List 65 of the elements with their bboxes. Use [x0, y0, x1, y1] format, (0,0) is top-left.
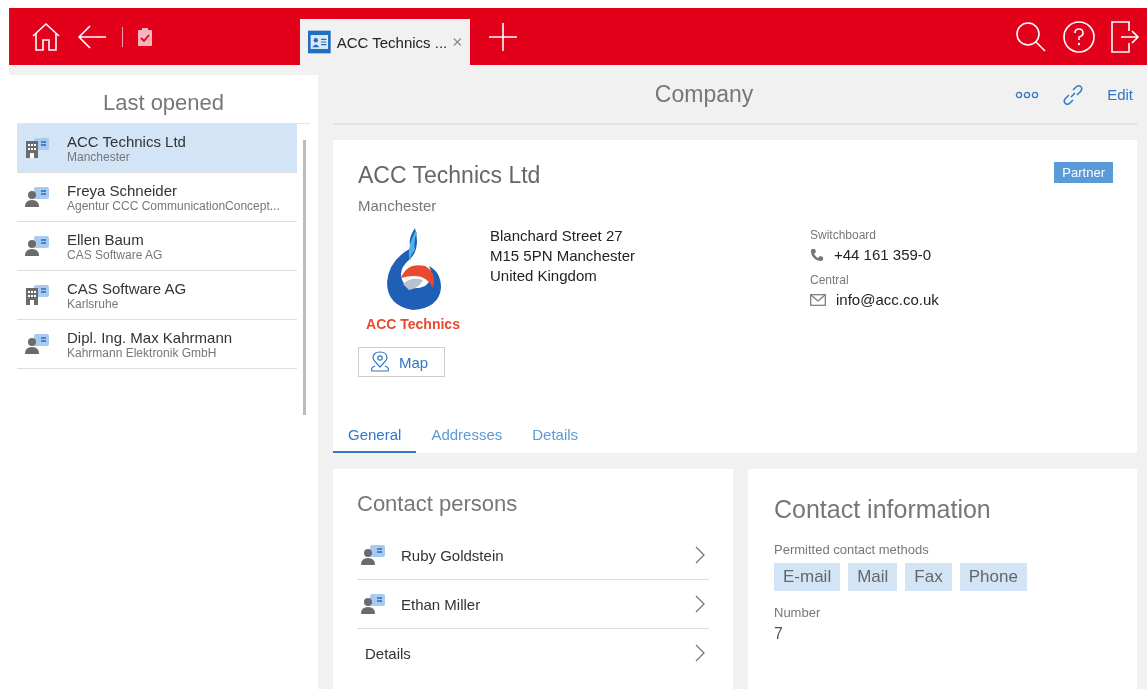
- contact-person-row[interactable]: Ethan Miller: [357, 580, 709, 629]
- contact-label: Central: [810, 273, 850, 287]
- item-title: Freya Schneider: [67, 181, 179, 199]
- item-subtitle: Manchester: [67, 149, 131, 164]
- contact-value: info@acc.co.uk: [836, 291, 939, 308]
- card-title: Contact information: [774, 495, 992, 524]
- map-button[interactable]: Map: [358, 347, 445, 377]
- contact-label: Switchboard: [810, 228, 878, 242]
- recent-item[interactable]: Freya Schneider Agentur CCC CommunicationConcept...: [17, 173, 297, 222]
- address-line: Blanchard Street 27: [490, 226, 624, 246]
- logo-text: ACC Technics: [366, 316, 460, 332]
- contact-value: +44 161 359-0: [834, 246, 932, 263]
- contact-person-row[interactable]: Details: [357, 629, 709, 677]
- contact-icon: [25, 235, 49, 257]
- close-icon[interactable]: [453, 37, 462, 47]
- contact-icon: [25, 186, 49, 208]
- clipboard-icon[interactable]: [137, 26, 153, 47]
- mail-icon: [810, 293, 826, 306]
- chevron-right-icon: [695, 595, 705, 613]
- location-pin-icon: [369, 351, 391, 373]
- contact-method-tag: Mail: [848, 563, 898, 591]
- contact-method-tag: Phone: [959, 563, 1027, 591]
- home-icon[interactable]: [30, 20, 62, 53]
- section-tab[interactable]: General: [333, 426, 417, 453]
- edit-link[interactable]: Edit: [1107, 86, 1133, 103]
- more-icon[interactable]: [1015, 90, 1040, 99]
- building-icon: [25, 284, 49, 306]
- recent-item[interactable]: ACC Technics Ltd Manchester: [17, 124, 297, 173]
- record-tab[interactable]: ACC Technics ...: [300, 19, 470, 65]
- contact-card-icon: [308, 29, 331, 55]
- contact-method-tag: E-mail: [774, 563, 841, 591]
- company-city: Manchester: [358, 197, 438, 214]
- address-line: M15 5PN Manchester: [490, 246, 637, 266]
- field-value: 7: [774, 625, 784, 643]
- building-icon: [25, 137, 49, 159]
- help-icon[interactable]: [1063, 20, 1095, 53]
- recent-item[interactable]: Dipl. Ing. Max Kahrmann Kahrmann Elektronik GmbH: [17, 320, 297, 369]
- field-label: Number: [774, 605, 822, 620]
- item-title: ACC Technics Ltd: [67, 132, 186, 150]
- search-icon[interactable]: [1015, 20, 1047, 53]
- item-subtitle: Agentur CCC CommunicationConcept...: [67, 198, 280, 213]
- contact-person-row[interactable]: Ruby Goldstein: [357, 531, 709, 580]
- address-line: United Kingdom: [490, 266, 598, 286]
- field-label: Permitted contact methods: [774, 542, 930, 557]
- chevron-right-icon: [695, 644, 705, 662]
- chevron-right-icon: [695, 546, 705, 564]
- item-title: Dipl. Ing. Max Kahrmann: [67, 328, 233, 346]
- item-subtitle: Karlsruhe: [67, 296, 120, 311]
- plus-icon[interactable]: [488, 21, 518, 52]
- contact-icon: [25, 333, 49, 355]
- contact-method-tag: Fax: [905, 563, 952, 591]
- phone-icon: [810, 247, 824, 262]
- recent-item[interactable]: CAS Software AG Karlsruhe: [17, 271, 297, 320]
- contact-icon: [361, 544, 385, 566]
- company-name: ACC Technics Ltd: [358, 162, 541, 189]
- recent-item[interactable]: Ellen Baum CAS Software AG: [17, 222, 297, 271]
- contact-icon: [361, 593, 385, 615]
- page-title: Company: [653, 81, 755, 108]
- item-subtitle: CAS Software AG: [67, 247, 163, 262]
- logout-icon[interactable]: [1111, 20, 1139, 53]
- item-subtitle: Kahrmann Elektronik GmbH: [67, 345, 218, 360]
- item-title: Ellen Baum: [67, 230, 145, 248]
- item-title: CAS Software AG: [67, 279, 187, 297]
- card-title: Contact persons: [357, 491, 519, 517]
- partner-badge: Partner: [1054, 162, 1113, 183]
